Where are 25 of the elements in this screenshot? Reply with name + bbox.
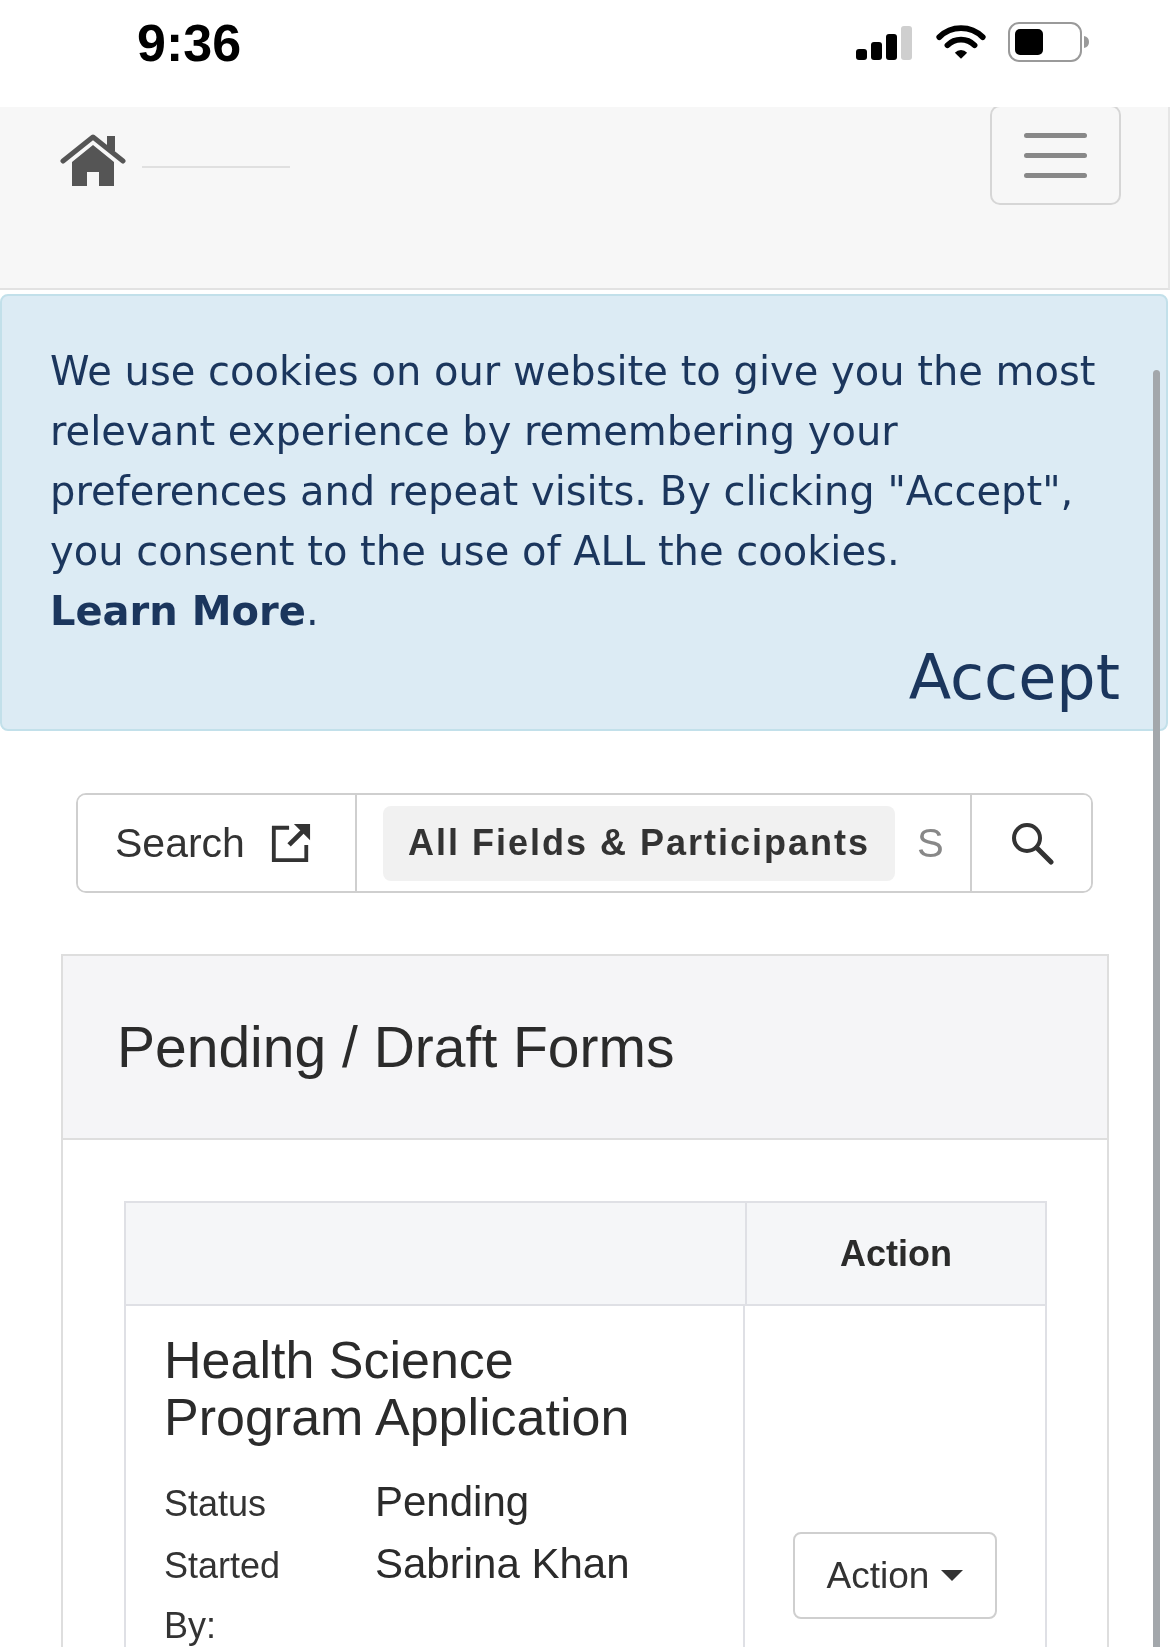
panel-title: Pending / Draft Forms (117, 1014, 675, 1081)
menu-icon (1024, 132, 1087, 178)
field-value: Sabrina Khan (375, 1539, 630, 1589)
external-link-icon (269, 822, 312, 864)
accept-button[interactable]: Accept (908, 641, 1120, 715)
search-scope-button[interactable]: Search (78, 795, 357, 891)
battery-icon (1008, 22, 1090, 62)
field-label: Started By: (164, 1544, 282, 1647)
menu-button[interactable] (990, 107, 1121, 205)
action-dropdown-button[interactable]: Action (793, 1532, 997, 1619)
cookie-message: We use cookies on our website to give you the most relevant experience by remembering your preferences and repeat visits. By clicking "Accept", you consent to the use of ALL the cookies. Learn More. (50, 347, 1097, 636)
learn-more-link[interactable]: Learn More (50, 588, 306, 634)
status-time: 9:36 (137, 13, 242, 73)
field-value: Pending (375, 1477, 531, 1527)
search-icon (1009, 821, 1054, 865)
field-label: Status (164, 1482, 268, 1526)
input-field[interactable]: S (895, 795, 970, 891)
column-header: Action (840, 1232, 952, 1275)
form-title: Health Science Program Application (164, 1332, 631, 1446)
signal-icon (856, 26, 914, 60)
caret-icon (941, 1570, 964, 1581)
wifi-icon (936, 24, 986, 60)
search-button[interactable] (970, 795, 1091, 891)
field-filter-button[interactable]: All Fields & Participants (383, 805, 895, 881)
home-icon[interactable] (60, 133, 126, 187)
